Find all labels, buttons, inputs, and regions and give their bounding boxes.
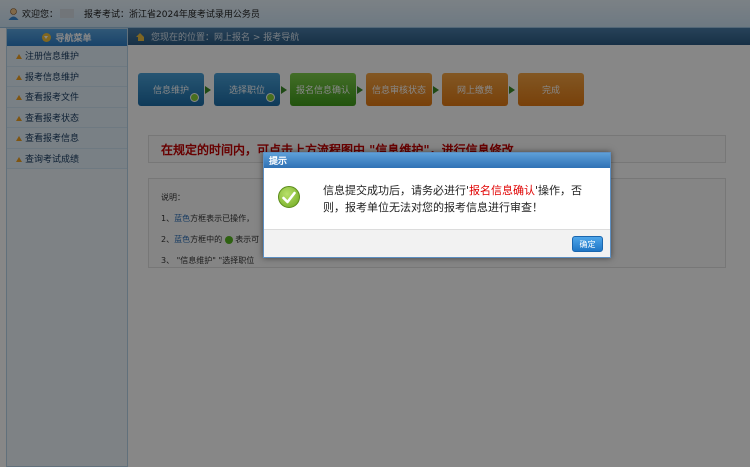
dialog-message-highlight: 报名信息确认 (469, 184, 536, 197)
dialog-footer: 确定 (264, 229, 610, 257)
ok-button[interactable]: 确定 (572, 236, 603, 252)
dialog-title: 提示 (264, 153, 610, 168)
dialog-message: 信息提交成功后，请务必进行'报名信息确认'操作，否则，报考单位无法对您的报考信息… (323, 184, 583, 214)
success-check-icon (278, 186, 300, 208)
dialog-body: 信息提交成功后，请务必进行'报名信息确认'操作，否则，报考单位无法对您的报考信息… (264, 168, 610, 229)
alert-dialog: 提示 信息提交成功后，请务必进行'报名信息确认'操作，否则，报考单位无法对您的报… (263, 152, 611, 258)
